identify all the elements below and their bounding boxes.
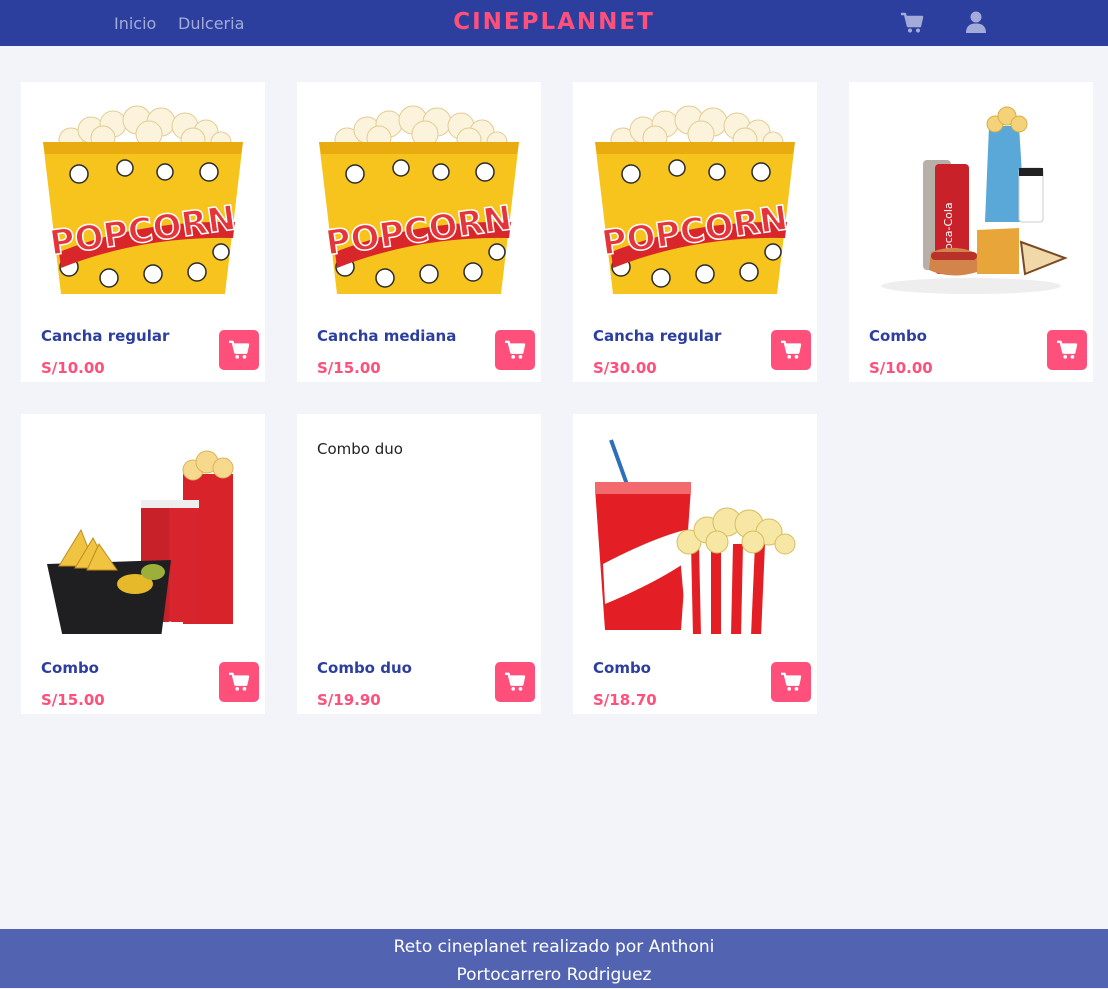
product-price: S/30.00 [593, 359, 657, 377]
product-card[interactable]: Coca-Cola Combo S/10.00 [849, 82, 1093, 382]
popcorn-bucket-image: POPCORN [317, 102, 521, 302]
product-price: S/10.00 [869, 359, 933, 377]
product-price: S/10.00 [41, 359, 105, 377]
cart-icon [229, 340, 250, 359]
product-card[interactable]: Combo S/18.70 [573, 414, 817, 714]
cart-icon [1057, 340, 1078, 359]
footer-credit-line-2: Portocarrero Rodriguez [456, 965, 652, 985]
add-to-cart-button[interactable] [219, 662, 259, 702]
add-to-cart-button[interactable] [1047, 330, 1087, 370]
product-name: Cancha regular [593, 327, 722, 345]
footer-credit-line-1: Reto cineplanet realizado por Anthoni [393, 937, 715, 957]
cart-icon [229, 672, 250, 691]
product-name: Combo duo [317, 659, 412, 677]
combo-snacks-image: Coca-Cola [869, 102, 1073, 302]
cart-icon [781, 672, 802, 691]
add-to-cart-button[interactable] [495, 662, 535, 702]
brand-logo[interactable]: CINEPLANNET [0, 9, 1108, 35]
broken-image-alt-text: Combo duo [317, 440, 403, 458]
product-card[interactable]: POPCORN Cancha regular S/10.00 [21, 82, 265, 382]
product-card[interactable]: Combo duo Combo duo S/19.90 [297, 414, 541, 714]
cart-icon [505, 672, 526, 691]
cart-icon [505, 340, 526, 359]
popcorn-bucket-image: POPCORN [41, 102, 245, 302]
cart-icon[interactable] [900, 12, 924, 39]
product-name: Cancha mediana [317, 327, 457, 345]
product-name: Combo [869, 327, 927, 345]
top-navbar: Inicio Dulceria CINEPLANNET [0, 0, 1108, 46]
product-price: S/15.00 [317, 359, 381, 377]
footer: Reto cineplanet realizado por Anthoni Po… [0, 929, 1108, 988]
add-to-cart-button[interactable] [771, 330, 811, 370]
combo-nachos-image [41, 434, 245, 634]
product-price: S/18.70 [593, 691, 657, 709]
add-to-cart-button[interactable] [219, 330, 259, 370]
product-name: Combo [41, 659, 99, 677]
product-price: S/19.90 [317, 691, 381, 709]
soda-popcorn-image [593, 434, 797, 634]
product-card[interactable]: POPCORN Cancha regular S/30.00 [573, 82, 817, 382]
product-name: Combo [593, 659, 651, 677]
add-to-cart-button[interactable] [771, 662, 811, 702]
product-card[interactable]: POPCORN Cancha mediana S/15.00 [297, 82, 541, 382]
product-name: Cancha regular [41, 327, 170, 345]
user-icon[interactable] [966, 11, 986, 38]
add-to-cart-button[interactable] [495, 330, 535, 370]
product-price: S/15.00 [41, 691, 105, 709]
cart-icon [781, 340, 802, 359]
popcorn-bucket-image: POPCORN [593, 102, 797, 302]
product-card[interactable]: Combo S/15.00 [21, 414, 265, 714]
